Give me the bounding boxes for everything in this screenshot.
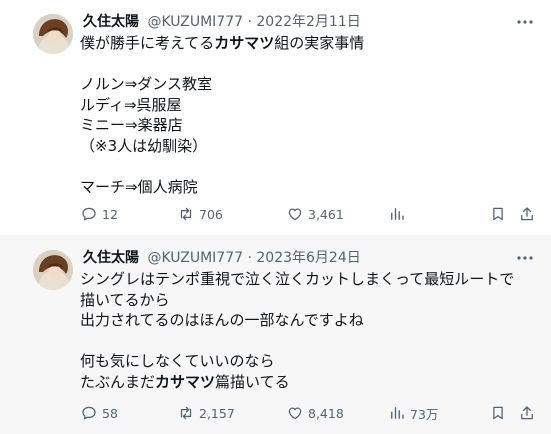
- tweet-text-segment: ノルン⇒ダンス教室: [80, 75, 212, 93]
- author-name[interactable]: 久住太陽: [83, 250, 139, 266]
- tweet-text-segment: 描いてるから: [80, 290, 170, 309]
- retweet-button[interactable]: 706: [177, 203, 223, 225]
- tweet-header: 久住太陽 @KUZUMI777 · 2023年6月24日: [83, 248, 501, 268]
- tweet-text-line: ルディ⇒呉服屋: [80, 95, 537, 116]
- tweet-text-segment: ルディ⇒呉服屋: [80, 95, 182, 114]
- views-button[interactable]: 73万: [388, 402, 438, 424]
- retweet-icon: [180, 406, 192, 420]
- heart-icon: [288, 407, 302, 420]
- tweet-text-line: 出力されてるのはほんの一部なんですよね: [80, 310, 537, 331]
- reply-count: 58: [102, 405, 118, 421]
- like-button[interactable]: 8,418: [286, 402, 344, 424]
- separator: ·: [247, 250, 252, 266]
- bookmark-icon: [493, 207, 503, 221]
- tweet-text-line: 描いてるから: [80, 290, 537, 311]
- tweet-text-line: マーチ⇒個人病院: [80, 177, 537, 198]
- reply-count: 12: [102, 206, 118, 222]
- bookmark-button[interactable]: [489, 203, 507, 225]
- tweet-text-segment: たぶんまだ: [80, 372, 156, 391]
- like-count: 3,461: [308, 206, 344, 222]
- retweet-count: 706: [199, 206, 223, 222]
- tweet-date[interactable]: 2022年2月11日: [256, 14, 360, 30]
- retweet-count: 2,157: [199, 405, 235, 421]
- tweet-text-segment: 組の実家事情: [274, 34, 365, 52]
- tweet-text-line: シングレはテンポ重視で泣く泣くカットしまくって最短ルートで: [80, 269, 537, 290]
- author-name[interactable]: 久住太陽: [83, 14, 139, 30]
- analytics-bars-icon: [391, 407, 404, 419]
- tweet-text-segment: シングレはテンポ重視で泣く泣くカットしまくって最短ルートで: [80, 270, 515, 288]
- separator: ·: [247, 14, 252, 30]
- tweet-text-segment: ミニー⇒楽器店: [80, 116, 183, 134]
- analytics-bars-icon: [391, 208, 404, 220]
- tweet-text-segment: 篇描いてる: [215, 372, 290, 391]
- share-upload-icon: [521, 207, 533, 221]
- share-upload-icon: [521, 406, 533, 420]
- avatar[interactable]: [33, 14, 73, 54]
- tweet-text-line: ノルン⇒ダンス教室: [80, 74, 537, 95]
- tweet-text-line: （※3人は幼馴染）: [80, 136, 537, 157]
- tweet-text-line: 何も気にしなくていいのなら: [80, 351, 537, 372]
- action-bar: 58 2,157 8,418 73万: [80, 402, 537, 424]
- tweet-header: 久住太陽 @KUZUMI777 · 2022年2月11日: [83, 12, 501, 32]
- tweet-text: 僕が勝手に考えてるカサマツ組の実家事情 ノルン⇒ダンス教室 ルディ⇒呉服屋 ミニー⇒…: [80, 33, 537, 197]
- author-handle[interactable]: @KUZUMI777: [147, 14, 243, 30]
- views-button[interactable]: [388, 203, 410, 225]
- tweet-text: シングレはテンポ重視で泣く泣くカットしまくって最短ルートで 描いてるから出力されて…: [80, 269, 537, 392]
- tweet-date[interactable]: 2023年6月24日: [256, 250, 360, 266]
- view-count: 73万: [410, 406, 439, 422]
- bookmark-button[interactable]: [489, 402, 507, 424]
- retweet-button[interactable]: 2,157: [177, 402, 235, 424]
- like-count: 8,418: [308, 405, 344, 421]
- tweet-text-line: 僕が勝手に考えてるカサマツ組の実家事情: [80, 33, 537, 54]
- bookmark-icon: [493, 406, 503, 420]
- reply-button[interactable]: 12: [80, 203, 118, 225]
- share-button[interactable]: [518, 203, 536, 225]
- more-dots-icon[interactable]: [515, 248, 535, 268]
- more-dots-icon[interactable]: [515, 12, 535, 32]
- tweet-text-segment: 何も気にしなくていいのなら: [80, 352, 275, 370]
- reply-bubble-icon: [82, 207, 96, 221]
- tweet-text-line: [80, 54, 537, 75]
- tweet-text-line: ミニー⇒楽器店: [80, 115, 537, 136]
- tweet-text-segment: 出力されてるのはほんの一部なんですよね: [80, 311, 364, 329]
- tweet[interactable]: 久住太陽 @KUZUMI777 · 2022年2月11日 僕が勝手に考えてるカサ…: [0, 0, 551, 235]
- tweet-text-segment: 僕が勝手に考えてる: [80, 34, 215, 52]
- reply-button[interactable]: 58: [80, 402, 118, 424]
- reply-bubble-icon: [82, 406, 96, 420]
- tweet-text-segment: （※3人は幼馴染）: [80, 136, 208, 155]
- action-bar: 12 706 3,461: [80, 203, 537, 225]
- tweet[interactable]: 久住太陽 @KUZUMI777 · 2023年6月24日 シングレはテンポ重視で…: [0, 235, 551, 434]
- tweet-text-segment: マーチ⇒個人病院: [80, 177, 198, 196]
- like-button[interactable]: 3,461: [286, 203, 344, 225]
- avatar[interactable]: [33, 250, 73, 290]
- tweet-text-bold: カサマツ: [155, 372, 216, 391]
- tweet-text-line: [80, 331, 537, 352]
- author-handle[interactable]: @KUZUMI777: [147, 250, 243, 266]
- tweet-text-bold: カサマツ: [214, 34, 275, 52]
- retweet-icon: [180, 207, 192, 221]
- tweet-text-line: [80, 156, 537, 177]
- heart-icon: [288, 208, 302, 221]
- share-button[interactable]: [518, 402, 536, 424]
- tweet-text-line: たぶんまだカサマツ篇描いてる: [80, 372, 537, 393]
